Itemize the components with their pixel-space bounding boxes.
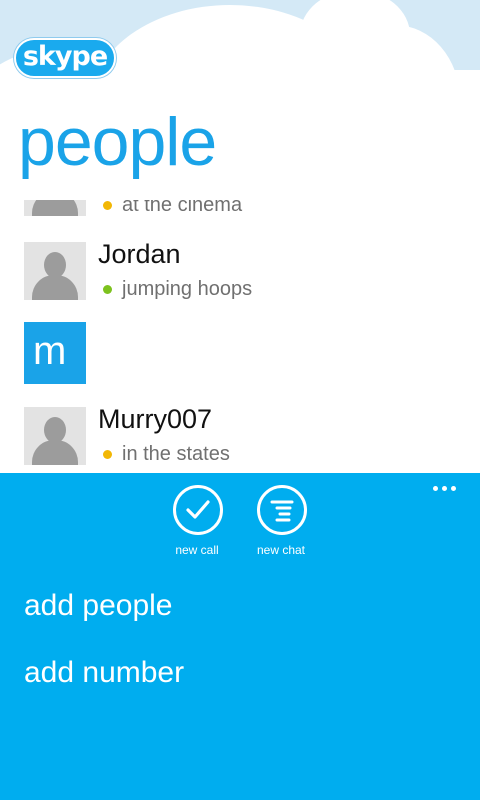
contact-item[interactable]: Murry007 in the states — [24, 404, 464, 469]
contact-avatar — [24, 200, 86, 216]
new-chat-button[interactable]: new chat — [236, 485, 326, 565]
group-letter-tile[interactable]: m — [24, 322, 86, 384]
status-dot-icon — [103, 285, 112, 294]
contact-name: Murry007 — [98, 404, 213, 434]
new-call-button[interactable]: new call — [152, 485, 242, 565]
new-call-label: new call — [175, 543, 219, 557]
contact-list[interactable]: at the cinema Jordan jumping hoops m Mur… — [0, 200, 480, 473]
contact-avatar — [24, 242, 86, 300]
check-circle-icon — [173, 485, 223, 535]
menu-item-add-number[interactable]: add number — [24, 653, 184, 693]
contact-item[interactable]: at the cinema — [24, 200, 464, 220]
ellipsis-icon[interactable] — [424, 475, 464, 501]
contact-name: Jordan — [98, 239, 181, 269]
app-bar: new call new chat add people add number — [0, 473, 480, 800]
contact-item[interactable]: Jordan jumping hoops — [24, 239, 464, 304]
contact-status: at the cinema — [122, 200, 243, 216]
skype-logo: skype — [14, 38, 116, 78]
page-title: people — [18, 104, 217, 180]
chat-lines-icon — [257, 485, 307, 535]
status-dot-icon — [103, 201, 112, 210]
contact-status: in the states — [122, 443, 230, 465]
menu-item-add-people[interactable]: add people — [24, 586, 172, 626]
logo-text: skype — [22, 41, 108, 72]
contact-avatar — [24, 407, 86, 465]
contact-status: jumping hoops — [122, 278, 253, 300]
status-dot-icon — [103, 450, 112, 459]
new-chat-label: new chat — [256, 543, 306, 557]
